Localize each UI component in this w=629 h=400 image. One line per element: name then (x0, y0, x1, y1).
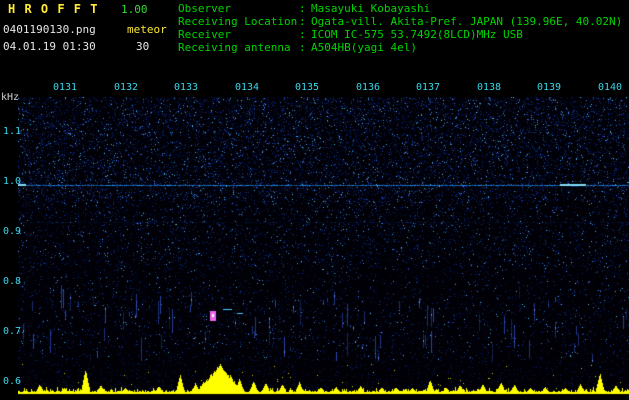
output-filename: 0401190130.png (3, 23, 96, 36)
freq-tick: 0.7 (3, 326, 22, 337)
time-tick: 0131 (53, 82, 78, 93)
spectrogram-canvas (18, 97, 629, 395)
info-label: Receiver (178, 28, 231, 41)
time-tick: 0134 (235, 82, 260, 93)
info-separator: : (299, 2, 306, 15)
info-separator: : (299, 15, 306, 28)
info-row: Receiving antenna: A504HB(yagi 4el) (178, 41, 622, 54)
info-row: Observer: Masayuki Kobayashi (178, 2, 622, 15)
freq-tick: 1.1 (3, 126, 22, 137)
info-value: ICOM IC-575 53.7492(8LCD)MHz USB (311, 28, 523, 41)
station-info: Observer: Masayuki Kobayashi Receiving Lo… (178, 2, 622, 54)
time-tick: 0138 (477, 82, 502, 93)
app-version: 1.00 (121, 3, 148, 16)
app-title: H R O F F T (8, 2, 99, 16)
time-tick: 0132 (114, 82, 139, 93)
time-tick: 0133 (174, 82, 199, 93)
time-tick: 0136 (356, 82, 381, 93)
time-tick: 0139 (537, 82, 562, 93)
info-value: Ogata-vill. Akita-Pref. JAPAN (139.96E, … (311, 15, 623, 28)
freq-tick: 0.8 (3, 276, 22, 287)
freq-tick: 0.6 (3, 376, 22, 387)
info-separator: : (299, 41, 306, 54)
time-tick: 0140 (598, 82, 623, 93)
freq-tick: 0.9 (3, 226, 22, 237)
info-label: Receiving Location (178, 15, 298, 28)
info-label: Observer (178, 2, 231, 15)
info-row: Receiver: ICOM IC-575 53.7492(8LCD)MHz US… (178, 28, 622, 41)
info-value: Masayuki Kobayashi (311, 2, 431, 15)
mode-label: meteor (127, 23, 167, 36)
info-value: A504HB(yagi 4el) (311, 41, 417, 54)
meteor-count-value: 30 (136, 40, 150, 53)
time-tick: 0135 (295, 82, 320, 93)
freq-unit-label: kHz (1, 92, 20, 103)
info-label: Receiving antenna (178, 41, 291, 54)
time-tick: 0137 (416, 82, 441, 93)
info-row: Receiving Location: Ogata-vill. Akita-Pre… (178, 15, 622, 28)
hrofft-window: H R O F F T 1.00 0401190130.png meteor 0… (0, 0, 629, 400)
freq-tick: 1.0 (3, 176, 22, 187)
info-separator: : (299, 28, 306, 41)
datetime-label: 04.01.19 01:30 (3, 40, 96, 53)
